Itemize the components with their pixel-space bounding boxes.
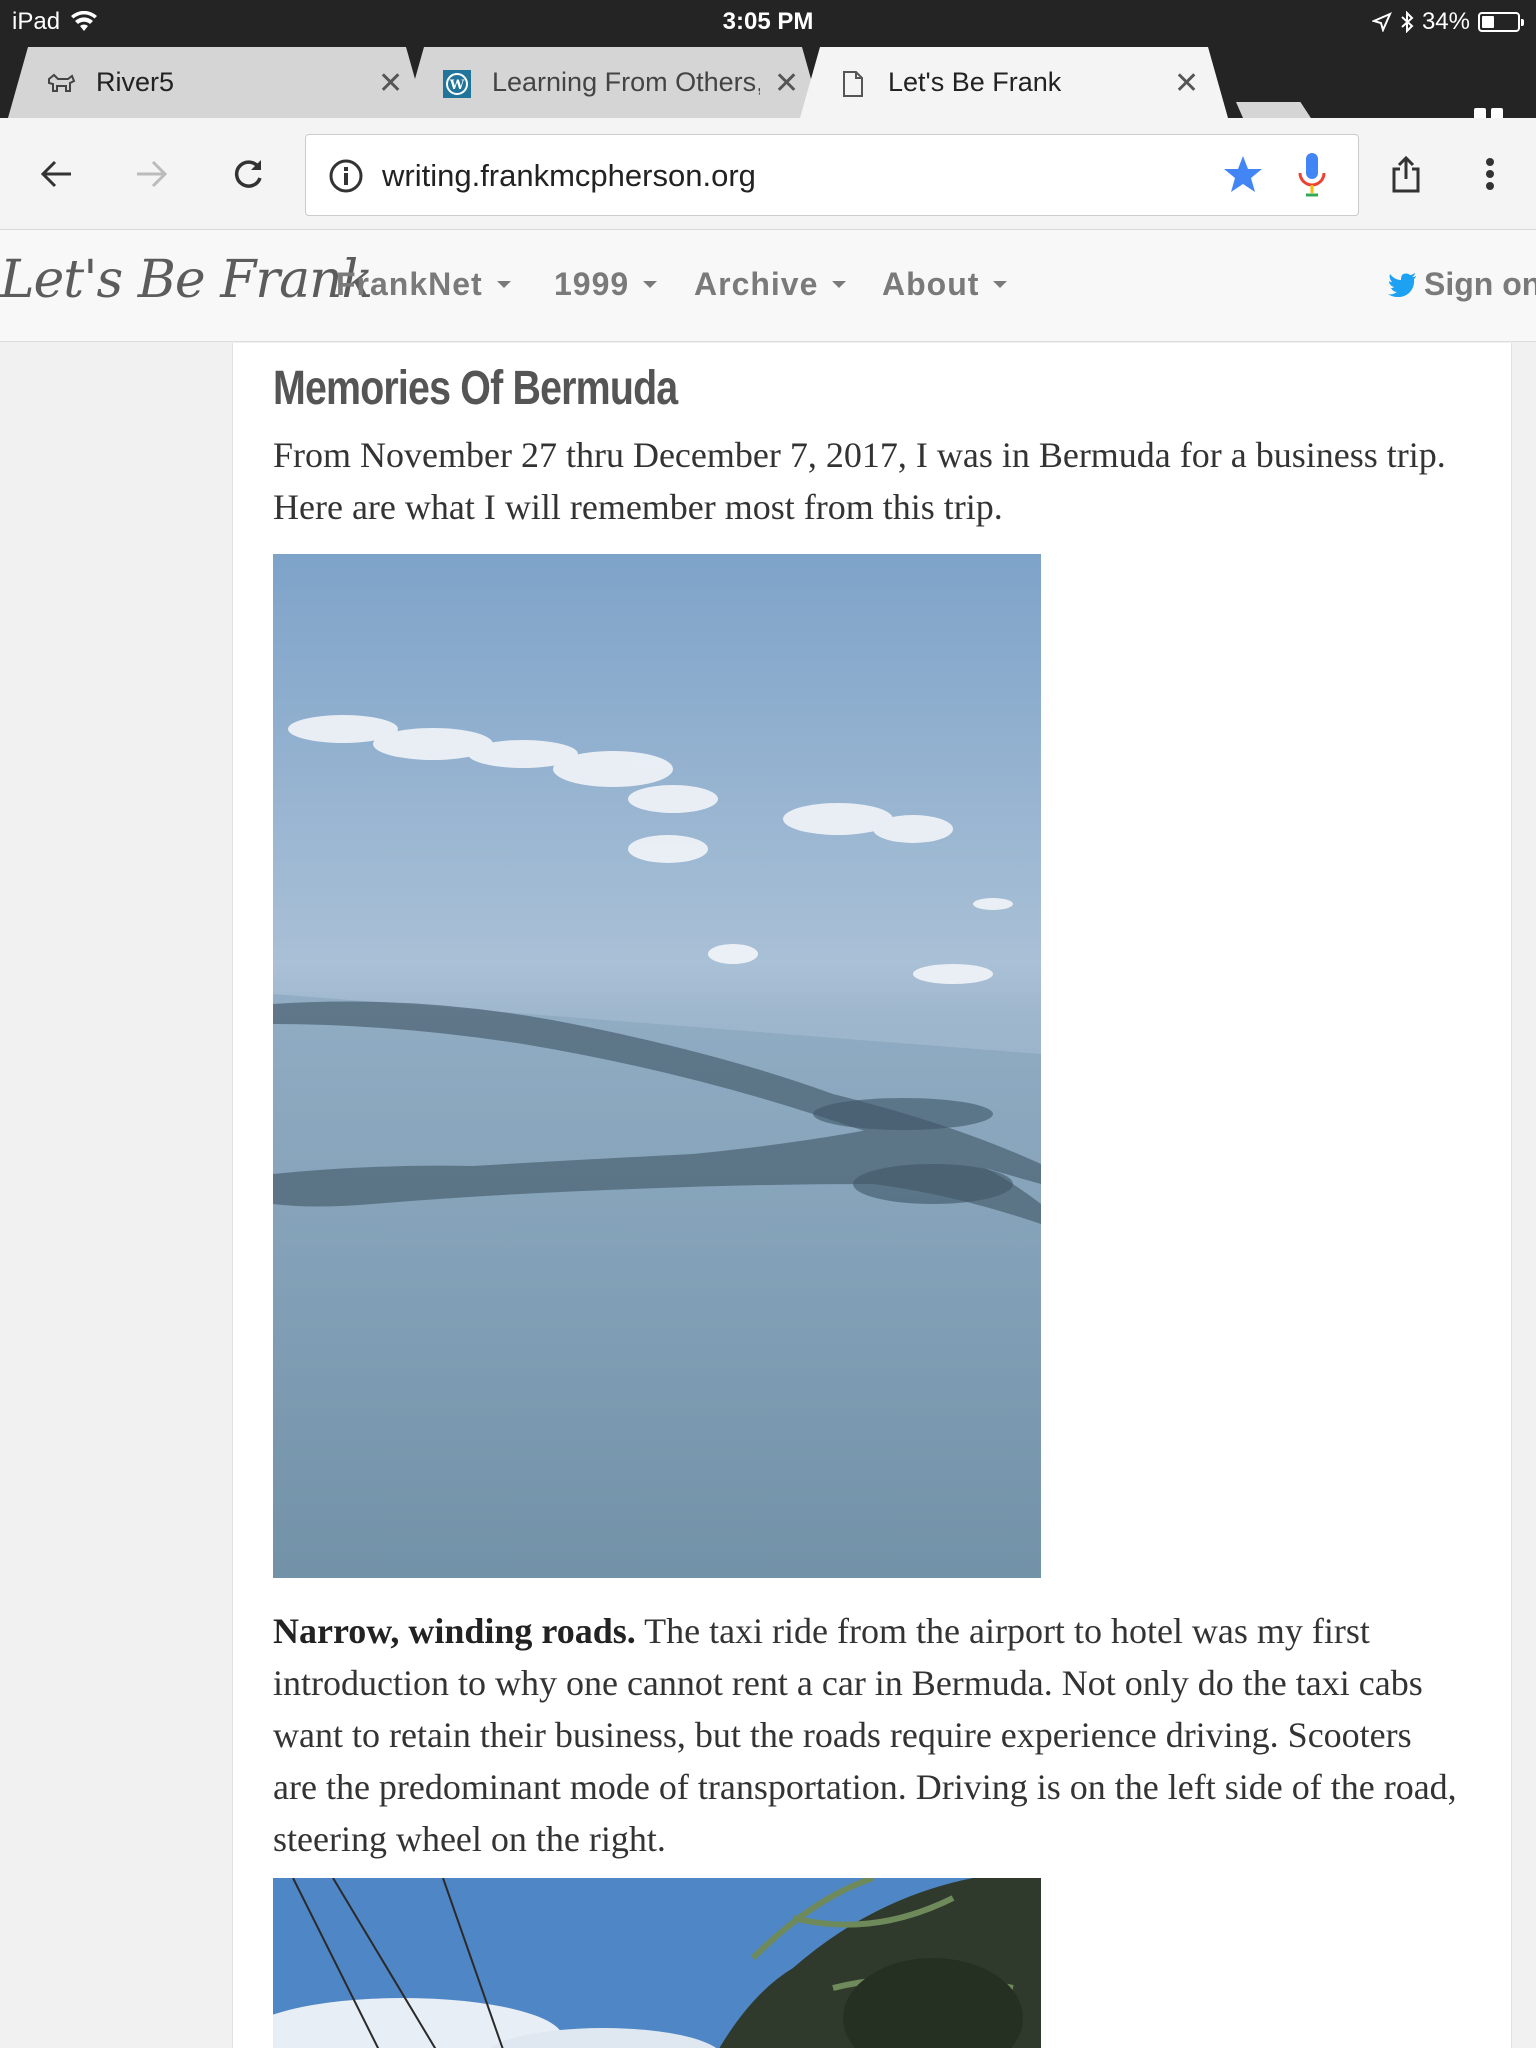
caret-down-icon [832, 281, 847, 288]
nav-label: FrankNet [336, 266, 483, 302]
paragraph-roads: Narrow, winding roads. The taxi ride fro… [273, 1605, 1463, 1865]
reload-icon [234, 160, 262, 188]
tab-title: River5 [96, 67, 175, 97]
back-button[interactable] [28, 146, 84, 202]
tab-strip: River5 ✕ W Learning From Others, ✕ Let's… [0, 42, 1536, 144]
close-tab-icon[interactable]: ✕ [378, 69, 403, 99]
nav-label: Archive [694, 266, 819, 302]
nav-franknet[interactable]: FrankNet [336, 266, 511, 303]
forward-arrow-icon [137, 160, 168, 188]
location-arrow-icon [1371, 12, 1392, 32]
sign-on-label: Sign on [1424, 266, 1536, 302]
close-tab-icon[interactable]: ✕ [774, 69, 799, 99]
tab-title: Let's Be Frank [888, 67, 1062, 97]
wordpress-icon: W [442, 69, 472, 99]
share-icon [1392, 155, 1420, 193]
twitter-bird-icon [1388, 272, 1416, 297]
tab-title: Learning From Others, [492, 67, 760, 97]
dog-icon [46, 69, 76, 99]
address-bar[interactable]: writing.frankmcpherson.org [305, 134, 1359, 216]
page-icon [838, 69, 868, 99]
forward-button[interactable] [124, 146, 180, 202]
tab-lets-be-frank[interactable]: Let's Be Frank ✕ [800, 47, 1228, 118]
nav-about[interactable]: About [882, 266, 1008, 303]
browser-toolbar: writing.frankmcpherson.org [0, 118, 1536, 230]
tab-learning-from-others[interactable]: W Learning From Others, ✕ [404, 47, 822, 118]
caret-down-icon [993, 281, 1008, 288]
share-button[interactable] [1378, 146, 1434, 202]
article-intro: From November 27 thru December 7, 2017, … [273, 435, 1446, 527]
article-title[interactable]: Memories Of Bermuda [273, 361, 678, 416]
site-navbar: Let's Be Frank FrankNet 1999 Archive Abo… [0, 230, 1536, 342]
caret-down-icon [643, 281, 658, 288]
battery-icon [1478, 12, 1524, 32]
info-icon[interactable] [328, 158, 364, 194]
article-container: Memories Of Bermuda From November 27 thr… [232, 343, 1512, 2048]
caret-down-icon [496, 281, 511, 288]
site-brand[interactable]: Let's Be Frank [0, 250, 373, 310]
svg-text:W: W [449, 78, 465, 93]
palm-trees-photo [273, 1878, 1041, 2048]
bluetooth-icon [1401, 11, 1414, 33]
status-bar: iPad 3:05 PM 34% [0, 0, 1536, 42]
nav-1999[interactable]: 1999 [554, 266, 658, 303]
close-tab-icon[interactable]: ✕ [1174, 69, 1199, 99]
voice-search-icon[interactable] [1296, 151, 1328, 199]
bermuda-aerial-photo [273, 554, 1041, 1578]
nav-label: About [882, 266, 980, 302]
back-arrow-icon [40, 160, 71, 188]
nav-archive[interactable]: Archive [694, 266, 847, 303]
battery-percent: 34% [1421, 8, 1470, 35]
clock: 3:05 PM [722, 8, 814, 35]
paragraph-lead: Narrow, winding roads. [273, 1611, 636, 1651]
nav-label: 1999 [554, 266, 630, 302]
status-right: 34% [1371, 8, 1524, 36]
bookmark-star-icon[interactable] [1222, 153, 1264, 195]
sign-on-link[interactable]: Sign on [1388, 266, 1536, 303]
battery-fill [1482, 16, 1494, 28]
tab-river5[interactable]: River5 ✕ [8, 47, 426, 118]
menu-button[interactable] [1462, 146, 1518, 202]
reload-button[interactable] [220, 146, 276, 202]
more-vertical-icon [1486, 158, 1494, 190]
url-text[interactable]: writing.frankmcpherson.org [382, 158, 756, 194]
